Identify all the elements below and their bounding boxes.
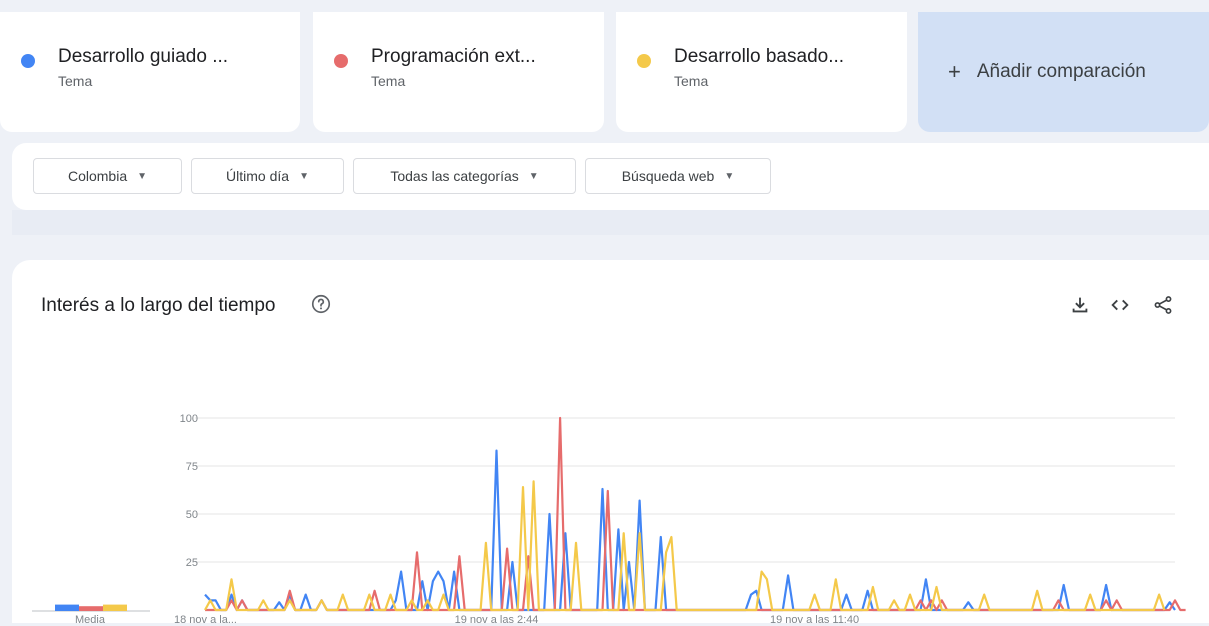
y-tick-label: 100 — [180, 413, 198, 425]
media-bar-2 — [79, 606, 103, 611]
x-tick-label: 19 nov a las 11:40 — [770, 614, 859, 623]
media-bar-1 — [55, 604, 79, 611]
series-line-3 — [204, 480, 1166, 612]
y-tick-label: 50 — [186, 509, 198, 521]
series-line-1 — [204, 449, 1176, 612]
y-tick-label: 75 — [186, 461, 198, 473]
x-tick-label: 18 nov a la... — [174, 614, 237, 623]
x-tick-label: 19 nov a las 2:44 — [455, 614, 539, 623]
y-tick-label: 25 — [186, 557, 198, 569]
interest-line-chart: 25 50 75 100 18 nov a la... 19 nov a las 2:44… — [32, 413, 1186, 623]
media-bar-3 — [103, 604, 127, 611]
